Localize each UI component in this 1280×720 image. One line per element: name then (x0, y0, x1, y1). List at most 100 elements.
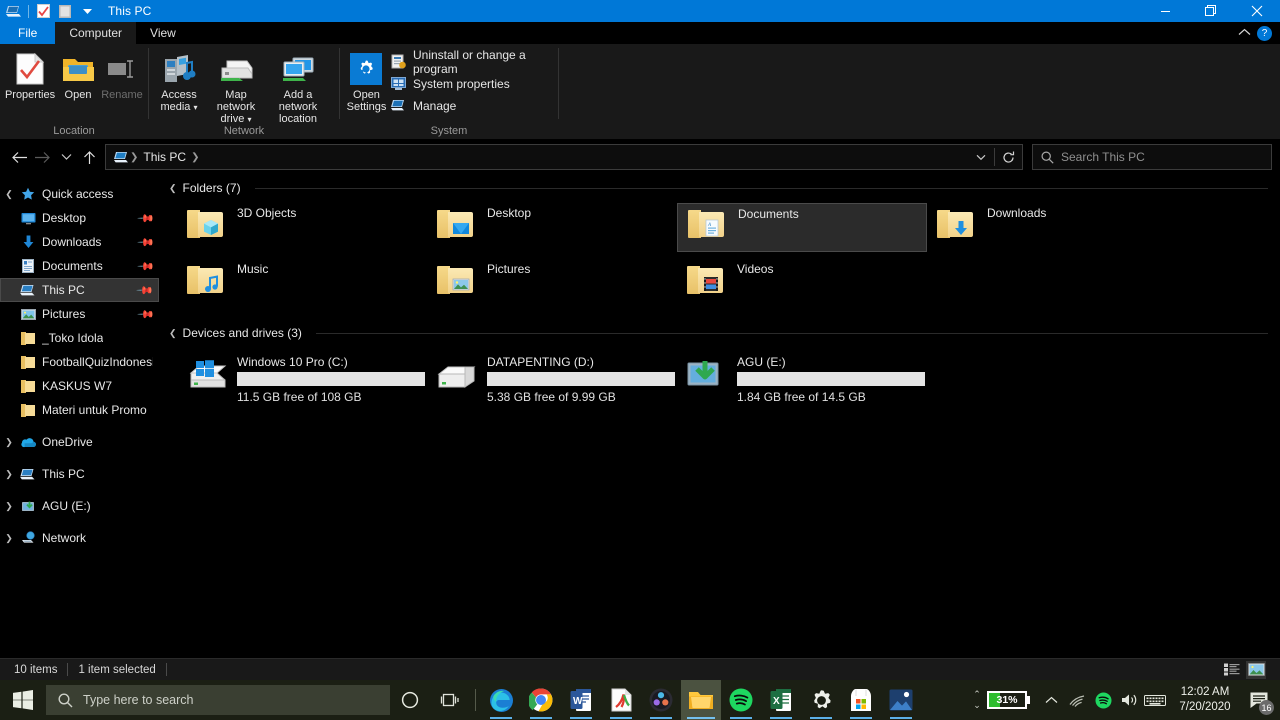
minimize-icon[interactable] (1142, 0, 1188, 22)
photos-icon[interactable] (881, 680, 921, 720)
microsoft-excel-icon[interactable]: X (761, 680, 801, 720)
add-network-location-button[interactable]: Add a network location (267, 47, 329, 125)
task-view-icon[interactable] (430, 680, 470, 720)
chevron-down-icon[interactable] (967, 145, 994, 169)
rename-button[interactable]: Rename (100, 47, 144, 121)
taskbar-scroll-buttons[interactable]: ⌃ ⌄ (969, 689, 985, 711)
maximize-icon[interactable] (1188, 0, 1234, 22)
sidebar-item-quick-access[interactable]: ❮ Quick access (0, 182, 159, 206)
scroll-up-icon[interactable]: ⌃ (973, 689, 981, 700)
sidebar-item-footballquizindonesia[interactable]: FootballQuizIndonesia (0, 350, 159, 374)
close-icon[interactable] (1234, 0, 1280, 22)
drive-item-datapenting-d[interactable]: DATAPENTING (D:) 5.38 GB free of 9.99 GB (427, 350, 677, 406)
large-icons-view-button[interactable] (1246, 660, 1266, 679)
windows-start-icon[interactable] (0, 680, 46, 720)
battery-indicator[interactable]: 31% (987, 691, 1030, 709)
microsoft-word-icon[interactable]: W (561, 680, 601, 720)
pin-icon[interactable]: 📌 (137, 257, 156, 275)
tab-computer[interactable]: Computer (55, 22, 137, 44)
chevron-down-icon[interactable]: ❮ (169, 328, 177, 339)
folder-item-music[interactable]: Music (177, 259, 427, 308)
folder-item-desktop[interactable]: Desktop (427, 203, 677, 252)
pin-icon[interactable]: 📌 (137, 305, 156, 323)
microsoft-store-icon[interactable] (841, 680, 881, 720)
wifi-icon[interactable] (1064, 680, 1090, 720)
touch-keyboard-icon[interactable] (1142, 680, 1168, 720)
tab-view[interactable]: View (136, 22, 190, 44)
clock[interactable]: 12:02 AM 7/20/2020 (1168, 685, 1242, 715)
pdf-reader-icon[interactable] (601, 680, 641, 720)
this-pc-icon[interactable] (3, 0, 25, 22)
map-network-drive-button[interactable]: Map network drive ▾ (205, 47, 267, 126)
scroll-down-icon[interactable]: ⌄ (973, 700, 981, 711)
system-properties-button[interactable]: System properties (389, 75, 554, 92)
properties-icon[interactable] (32, 0, 54, 22)
davinci-resolve-icon[interactable] (641, 680, 681, 720)
folder-item-pictures[interactable]: Pictures (427, 259, 677, 308)
access-media-button[interactable]: Access media ▾ (153, 47, 205, 121)
sidebar-item-materi-untuk-promo[interactable]: Materi untuk Promo (0, 398, 159, 422)
pin-icon[interactable]: 📌 (137, 209, 156, 227)
show-hidden-icons-chevron-up-icon[interactable] (1038, 680, 1064, 720)
spotify-tray-icon[interactable] (1090, 680, 1116, 720)
folder-item-documents[interactable]: A Documents (677, 203, 927, 252)
notifications-icon[interactable]: 16 (1242, 680, 1276, 720)
breadcrumb-separator[interactable]: ❯ (129, 152, 139, 163)
help-button[interactable]: ? (1257, 25, 1272, 41)
folder-item-3d-objects[interactable]: 3D Objects (177, 203, 427, 252)
chevron-down-icon[interactable]: ❮ (0, 189, 18, 200)
taskbar-search-box[interactable]: Type here to search (46, 685, 390, 715)
sidebar-item-pictures[interactable]: Pictures 📌 (0, 302, 159, 326)
chevron-right-icon[interactable]: ❯ (0, 437, 18, 448)
sidebar-item-kaskus-w7[interactable]: KASKUS W7 (0, 374, 159, 398)
sidebar-item-network[interactable]: ❯ Network (0, 526, 159, 550)
sidebar-item-this-pc-pinned[interactable]: This PC 📌 (0, 278, 159, 302)
sidebar-item-documents[interactable]: Documents 📌 (0, 254, 159, 278)
chevron-right-icon[interactable]: ❯ (0, 469, 18, 480)
up-arrow-icon[interactable] (78, 142, 101, 172)
open-settings-button[interactable]: Open Settings (344, 47, 389, 121)
folders-section-header[interactable]: ❮ Folders (7) (159, 177, 1280, 199)
drive-item-windows-c[interactable]: Windows 10 Pro (C:) 11.5 GB free of 108 … (177, 350, 427, 406)
chevron-up-icon[interactable] (1238, 26, 1251, 40)
chevron-down-icon[interactable]: ▾ (194, 103, 198, 112)
cortana-icon[interactable] (390, 680, 430, 720)
spotify-icon[interactable] (721, 680, 761, 720)
uninstall-program-button[interactable]: Uninstall or change a program (389, 48, 554, 76)
content-pane[interactable]: ❮ Folders (7) 3D Objects Desktop A Docum… (159, 177, 1280, 658)
drives-section-header[interactable]: ❮ Devices and drives (3) (159, 322, 1280, 344)
volume-icon[interactable] (1116, 680, 1142, 720)
sidebar-item-desktop[interactable]: Desktop 📌 (0, 206, 159, 230)
sidebar-item-onedrive[interactable]: ❯ OneDrive (0, 430, 159, 454)
settings-icon[interactable] (801, 680, 841, 720)
chevron-down-icon[interactable]: ▾ (247, 115, 251, 124)
sidebar-item-agu-e[interactable]: ❯ AGU (E:) (0, 494, 159, 518)
refresh-icon[interactable] (995, 145, 1022, 169)
google-chrome-icon[interactable] (521, 680, 561, 720)
sidebar-item-this-pc[interactable]: ❯ This PC (0, 462, 159, 486)
tab-file[interactable]: File (0, 22, 56, 44)
forward-arrow-icon[interactable] (31, 142, 54, 172)
this-pc-icon[interactable] (114, 151, 129, 164)
microsoft-edge-icon[interactable] (481, 680, 521, 720)
chevron-right-icon[interactable]: ❯ (0, 501, 18, 512)
recent-locations-chevron-icon[interactable] (55, 142, 78, 172)
back-arrow-icon[interactable] (8, 142, 31, 172)
search-input[interactable]: Search This PC (1061, 150, 1145, 164)
chevron-right-icon[interactable]: ❯ (0, 533, 18, 544)
sidebar-item-toko-idola[interactable]: _Toko Idola (0, 326, 159, 350)
sidebar-item-downloads[interactable]: Downloads 📌 (0, 230, 159, 254)
taskbar-search-input[interactable]: Type here to search (83, 693, 193, 707)
pin-icon[interactable]: 📌 (137, 233, 156, 251)
file-explorer-icon[interactable] (681, 680, 721, 720)
path-breadcrumb-bar[interactable]: ❯ This PC ❯ (105, 144, 1023, 170)
drive-item-agu-e[interactable]: AGU (E:) 1.84 GB free of 14.5 GB (677, 350, 927, 406)
breadcrumb-item-this-pc[interactable]: This PC (139, 150, 190, 164)
navigation-pane[interactable]: ❮ Quick access Desktop 📌 Downloads 📌 Doc… (0, 177, 159, 658)
folder-item-videos[interactable]: Videos (677, 259, 927, 308)
chevron-down-icon[interactable]: ❮ (169, 183, 177, 194)
manage-button[interactable]: Manage (389, 97, 554, 114)
new-folder-icon[interactable] (54, 0, 76, 22)
properties-button[interactable]: Properties (4, 47, 56, 121)
open-button[interactable]: Open (56, 47, 100, 121)
